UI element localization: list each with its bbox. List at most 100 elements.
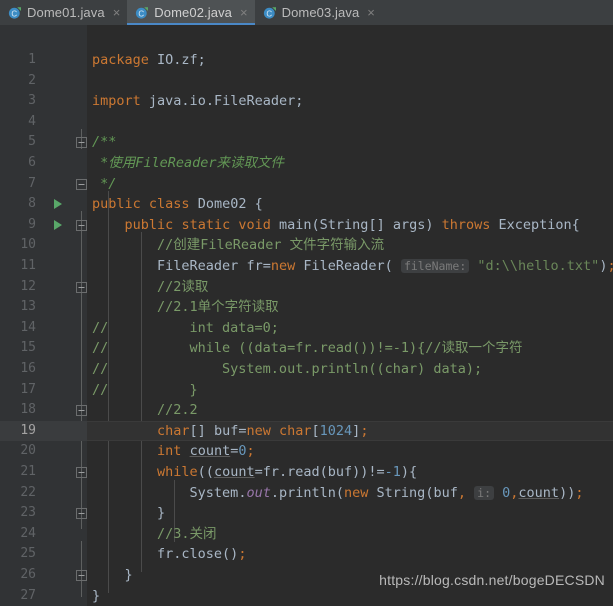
code-line[interactable]: 4 [0, 112, 613, 133]
keyword-new: new [246, 422, 271, 439]
line-content: } [92, 505, 166, 522]
line-number: 8 [28, 196, 36, 212]
line-number: 27 [20, 587, 36, 603]
code-line[interactable]: 3 import java.io.FileReader; [0, 91, 613, 112]
line-content: char[] buf=new char[1024]; [157, 422, 369, 439]
line-number: 9 [28, 216, 36, 232]
editor-tab-label: Dome03.java [281, 5, 360, 20]
fold-marker-icon[interactable] [76, 178, 87, 190]
code-line[interactable]: 18 //2.2 [0, 400, 613, 421]
code-line[interactable]: 10 //创建FileReader 文件字符输入流 [0, 235, 613, 256]
code-line[interactable]: 13 //2.1单个字符读取 [0, 297, 613, 318]
keyword-public: public [124, 216, 174, 233]
fold-marker-icon[interactable] [76, 467, 87, 478]
code-line[interactable]: 20 int count=0; [0, 441, 613, 462]
code-line[interactable]: 6 *使用FileReader来读取文件 [0, 153, 613, 174]
line-number: 21 [20, 464, 36, 479]
line-content: while((count=fr.read(buf))!=-1){ [157, 464, 418, 480]
code-line[interactable]: 23 } [0, 503, 613, 524]
line-content: int count=0; [157, 443, 255, 460]
editor-tab-dome01[interactable]: C Dome01.java × [0, 0, 127, 25]
ide-editor-window: C Dome01.java × C Dome02.java × C Dome03… [0, 0, 613, 606]
fold-marker-icon[interactable] [76, 137, 87, 149]
keyword-static: static [181, 216, 231, 233]
keyword-class: class [148, 196, 190, 213]
keyword-char: char [279, 422, 312, 439]
editor-tab-dome03[interactable]: C Dome03.java × [255, 0, 382, 25]
line-content: //2.1单个字符读取 [92, 299, 279, 316]
editor-tab-dome02[interactable]: C Dome02.java × [127, 0, 255, 25]
code-line[interactable]: 5 /** [0, 132, 613, 153]
code-line[interactable]: 22 System.out.println(new String(buf, i:… [0, 483, 613, 504]
keyword-int: int [157, 443, 182, 460]
line-content: // while ((data=fr.read())!=-1){//读取一个字符 [92, 340, 523, 357]
java-class-icon: C [263, 6, 277, 20]
line-content: import java.io.FileReader; [92, 91, 303, 112]
method-println: .println [270, 484, 336, 501]
code-line[interactable]: 17 // } [0, 380, 613, 401]
line-content: // System.out.println((char) data); [92, 361, 483, 377]
number-1024: 1024 [319, 422, 353, 439]
import-path: java.io.FileReader; [148, 93, 304, 110]
run-arrow-icon[interactable] [52, 198, 64, 210]
fold-marker-icon[interactable] [76, 219, 87, 231]
close-icon[interactable]: × [367, 6, 375, 19]
close-icon[interactable]: × [113, 6, 121, 19]
exception-type: Exception{ [498, 216, 580, 233]
editor-tab-bar: C Dome01.java × C Dome02.java × C Dome03… [0, 0, 613, 25]
java-class-icon: C [135, 6, 149, 20]
keyword-package: package [92, 52, 149, 68]
keyword-public: public [92, 196, 141, 213]
keyword-import: import [92, 93, 141, 110]
string-literal-path: "d:\\hello.txt" [477, 258, 600, 274]
field-out: out [246, 484, 271, 501]
line-content: FileReader fr=new FileReader( fileName: … [157, 258, 613, 274]
variable-count: count [213, 464, 255, 480]
code-line[interactable]: 12 //2读取 [0, 277, 613, 298]
code-line[interactable]: 1 package IO.zf; [0, 50, 613, 71]
line-content: /** [92, 134, 117, 151]
code-line-current[interactable]: 19 char[] buf=new char[1024]; [0, 420, 613, 442]
code-line[interactable]: 16 // System.out.println((char) data); [0, 359, 613, 380]
line-content: //创建FileReader 文件字符输入流 [92, 237, 385, 254]
run-arrow-icon[interactable] [52, 219, 64, 231]
fold-marker-icon[interactable] [76, 570, 87, 581]
close-icon[interactable]: × [240, 6, 248, 19]
line-number: 26 [20, 567, 36, 582]
code-line[interactable]: 7 */ [0, 174, 613, 195]
line-content: public class Dome02 { [92, 196, 263, 213]
code-line[interactable]: 14 // int data=0; [0, 318, 613, 339]
code-line[interactable]: 9 public static void main(String[] args)… [0, 215, 613, 236]
code-line[interactable]: 25 fr.close(); [0, 544, 613, 565]
fold-marker-icon[interactable] [76, 405, 87, 417]
line-number: 5 [28, 134, 36, 150]
variable-buf: buf [433, 484, 458, 501]
line-content: //2.2 [92, 402, 198, 419]
line-number: 13 [20, 299, 36, 315]
fold-marker-icon[interactable] [76, 508, 87, 520]
keyword-void: void [238, 216, 271, 233]
line-number: 11 [20, 258, 36, 273]
class-name: Dome02 [197, 196, 247, 213]
variable-fr: fr [246, 258, 263, 274]
line-number: 17 [20, 381, 36, 397]
method-name: main [279, 216, 312, 233]
package-path: IO.zf; [157, 52, 206, 68]
java-class-icon: C [8, 6, 22, 20]
ctor-filereader: FileReader [303, 258, 385, 274]
line-content: *使用FileReader来读取文件 [92, 155, 285, 171]
code-line[interactable]: 15 // while ((data=fr.read())!=-1){//读取一… [0, 338, 613, 359]
code-line[interactable]: 8 public class Dome02 { [0, 194, 613, 215]
code-line[interactable]: 27 } [0, 586, 613, 606]
editor-tab-label: Dome02.java [154, 5, 232, 20]
fold-marker-icon[interactable] [76, 281, 87, 293]
line-number: 16 [20, 361, 36, 376]
code-line[interactable]: 21 while((count=fr.read(buf))!=-1){ [0, 462, 613, 483]
code-line[interactable]: 11 FileReader fr=new FileReader( fileNam… [0, 256, 613, 277]
code-editor[interactable]: 1 package IO.zf; 2 3 import java.io.File… [0, 25, 613, 606]
code-line[interactable]: 2 [0, 71, 613, 92]
method-read: read [287, 464, 320, 480]
code-line[interactable]: 24 //3.关闭 [0, 524, 613, 545]
line-number: 7 [28, 175, 36, 191]
line-content: */ [92, 175, 117, 192]
